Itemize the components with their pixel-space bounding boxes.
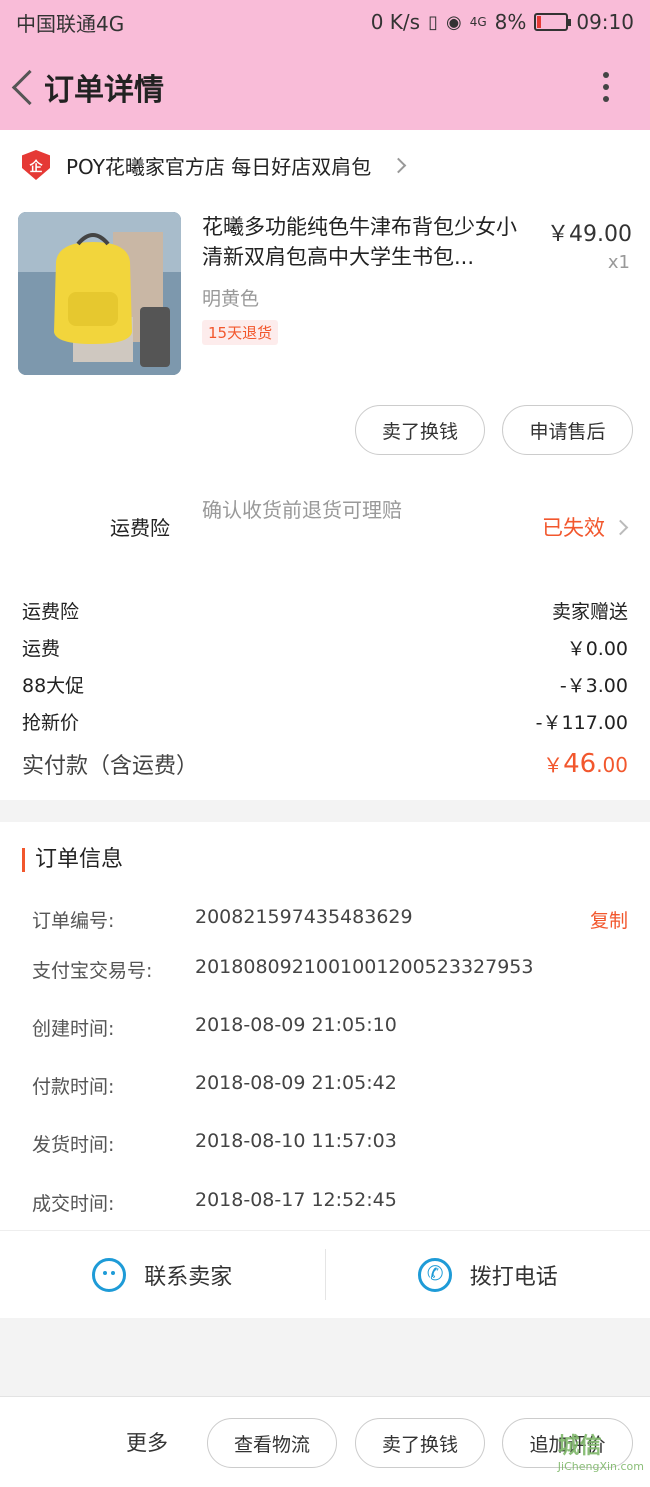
product-image[interactable] (18, 212, 181, 375)
shop-row[interactable]: 企 POY花曦家官方店 每日好店双肩包 (0, 130, 650, 200)
phone-icon (417, 1257, 452, 1292)
insurance-status: 已失效 (542, 512, 629, 542)
insurance-description: 确认收货前退货可理赔 (202, 498, 402, 522)
status-bar: 中国联通4G 0 K/s ▯ ◉ 4G 8% 09:10 (0, 0, 650, 44)
return-policy-badge: 15天退货 (202, 320, 279, 345)
fee-row: 抢新价 -￥117.00 (22, 712, 628, 734)
product-card: 花曦多功能纯色牛津布背包少女小清新双肩包高中大学生书包... ￥49.00 x1… (0, 200, 650, 490)
more-button[interactable]: 更多 (126, 1427, 168, 1457)
product-price: ￥49.00 (547, 222, 632, 247)
battery-percent: 8% (494, 10, 527, 34)
copy-button[interactable]: 复制 (590, 906, 628, 933)
chat-face-icon (92, 1257, 127, 1292)
contact-bar: 联系卖家 拨打电话 (0, 1230, 650, 1318)
fee-row: 运费 ￥0.00 (22, 638, 628, 660)
chevron-right-icon (612, 519, 629, 535)
section-title: 订单信息 (22, 848, 123, 872)
info-row-created: 创建时间: 2018-08-09 21:05:10 (32, 1014, 397, 1040)
insurance-status-text: 已失效 (542, 516, 605, 540)
info-row-completed: 成交时间: 2018-08-17 12:52:45 (32, 1189, 397, 1215)
product-variant: 明黄色 (202, 288, 260, 310)
insurance-label: 运费险 (110, 516, 170, 540)
fee-row: 88大促 -￥3.00 (22, 675, 628, 697)
contact-seller-button[interactable]: 联系卖家 (0, 1231, 325, 1318)
shop-name: POY花曦家官方店 每日好店双肩包 (66, 154, 372, 179)
shop-badge-icon: 企 (22, 150, 50, 180)
more-menu-icon[interactable] (586, 44, 626, 130)
vibrate-icon: ▯ (428, 11, 438, 33)
sell-button[interactable]: 卖了换钱 (355, 405, 485, 455)
total-paid-row: 实付款（含运费） ￥46.00 (22, 742, 628, 786)
shipping-insurance-row[interactable]: 运费险 确认收货前退货可理赔 已失效 (0, 490, 650, 570)
signal-icon: 4G (469, 15, 487, 29)
product-title[interactable]: 花曦多功能纯色牛津布背包少女小清新双肩包高中大学生书包... (202, 212, 532, 272)
info-row-order-number: 订单编号: 200821597435483629 复制 (32, 906, 628, 933)
network-speed: 0 K/s (370, 10, 421, 34)
header: 订单详情 (0, 44, 650, 130)
fee-row: 运费险 卖家赠送 (22, 601, 628, 623)
chevron-right-icon (391, 157, 407, 173)
carrier-label: 中国联通4G (16, 11, 125, 36)
total-paid-amount: ￥46.00 (543, 749, 628, 779)
info-row-shipped: 发货时间: 2018-08-10 11:57:03 (32, 1130, 397, 1156)
view-logistics-button[interactable]: 查看物流 (207, 1418, 337, 1468)
watermark: 城信 JiChengXin.com (557, 1434, 644, 1473)
page-title: 订单详情 (44, 73, 164, 108)
info-row-paid: 付款时间: 2018-08-09 21:05:42 (32, 1072, 397, 1098)
order-info-section: 订单信息 订单编号: 200821597435483629 复制 支付宝交易号:… (0, 822, 650, 1230)
product-quantity: x1 (607, 252, 630, 273)
fee-summary: 运费险 卖家赠送 运费 ￥0.00 88大促 -￥3.00 抢新价 -￥117.00 实… (0, 570, 650, 800)
battery-icon (534, 13, 572, 31)
eye-icon: ◉ (445, 11, 462, 33)
info-row-alipay-number: 支付宝交易号: 2018080921001001200523327953 (32, 956, 534, 982)
bottom-action-bar: 更多 查看物流 卖了换钱 追加评价 (0, 1396, 650, 1487)
sell-button[interactable]: 卖了换钱 (355, 1418, 485, 1468)
back-icon[interactable] (0, 44, 44, 130)
total-paid-label: 实付款（含运费） (22, 754, 199, 779)
after-sale-button[interactable]: 申请售后 (502, 405, 633, 455)
clock: 09:10 (576, 10, 634, 34)
call-button[interactable]: 拨打电话 (326, 1231, 650, 1318)
